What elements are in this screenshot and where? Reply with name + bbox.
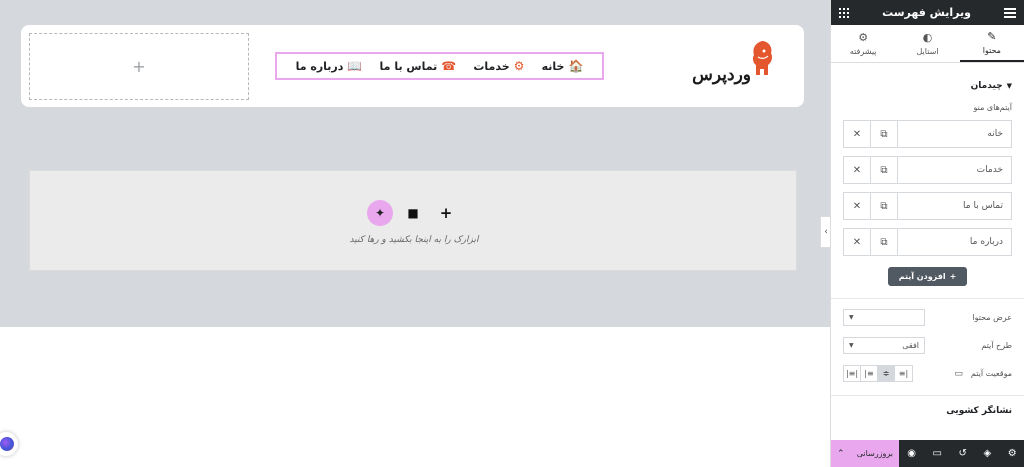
- editor-panel: ویرایش فهرست ✎ محتوا ◐ استایل ⚙ پیشرفته …: [830, 0, 1024, 467]
- nav-item-services[interactable]: ⚙ خدمات: [473, 60, 524, 73]
- section-layout-title: چیدمان: [970, 81, 1003, 91]
- add-section-plus-icon[interactable]: +: [433, 200, 459, 226]
- alignment-button-group: |≡| |≡ ≑ ≡|: [843, 365, 913, 382]
- editor-canvas: + 🏠 خانه ⚙ خدمات ☎ تماس با ما 📖 درباره م…: [0, 0, 831, 467]
- drop-zone-hint: ابزارک را به اینجا بکشید و رها کنید: [349, 235, 479, 245]
- section-indicator-title: نشانگر کشویی: [946, 406, 1012, 416]
- panel-tabs: ✎ محتوا ◐ استایل ⚙ پیشرفته: [831, 25, 1024, 63]
- tab-label: پیشرفته: [849, 47, 877, 56]
- align-right-icon[interactable]: ≡|: [895, 366, 912, 381]
- phone-icon: ☎: [441, 59, 457, 73]
- nav-item-home[interactable]: 🏠 خانه: [542, 60, 584, 73]
- add-item-button[interactable]: + افزودن آیتم: [888, 267, 967, 286]
- repeater-item[interactable]: ✕ ⧉ تماس با ما: [843, 192, 1012, 220]
- nav-item-label: درباره ما: [295, 59, 344, 73]
- item-position-label: موقعیت آیتم: [970, 369, 1012, 378]
- item-layout-control: طرح آیتم ▼ افقی: [843, 336, 1012, 355]
- repeater-item-label[interactable]: خانه: [898, 121, 1011, 147]
- content-width-label: عرض محتوا: [972, 313, 1012, 322]
- align-left-icon[interactable]: |≡: [861, 366, 878, 381]
- select-value: افقی: [902, 341, 919, 350]
- widgets-grid-icon[interactable]: [839, 7, 849, 18]
- site-logo[interactable]: وردپرس: [679, 39, 779, 91]
- content-width-control: عرض محتوا ▼: [843, 308, 1012, 327]
- item-layout-label: طرح آیتم: [981, 341, 1012, 350]
- menu-items-label: آیتم‌های منو: [973, 103, 1012, 112]
- nav-item-contact[interactable]: ☎ تماس با ما: [380, 60, 457, 73]
- panel-title: ویرایش فهرست: [882, 6, 971, 19]
- nav-item-label: تماس با ما: [379, 59, 438, 73]
- tab-label: استایل: [916, 47, 939, 56]
- chevron-down-icon: ▼: [849, 342, 854, 349]
- hamburger-menu-icon[interactable]: [1003, 7, 1016, 18]
- settings-gear-icon[interactable]: ⚙: [1008, 448, 1017, 459]
- nav-item-label: خانه: [541, 59, 565, 73]
- panel-header: ویرایش فهرست: [831, 0, 1024, 25]
- remove-x-icon[interactable]: ✕: [844, 229, 871, 255]
- nav-menu-widget[interactable]: 🏠 خانه ⚙ خدمات ☎ تماس با ما 📖 درباره ما: [275, 52, 604, 80]
- nav-item-about[interactable]: 📖 درباره ما: [296, 60, 363, 73]
- repeater-item[interactable]: ✕ ⧉ خانه: [843, 120, 1012, 148]
- ai-sparkle-icon[interactable]: ✦: [367, 200, 393, 226]
- settings-icon: ⚙: [513, 59, 525, 73]
- plus-icon: +: [949, 272, 957, 281]
- house-icon: 🏠: [568, 59, 584, 73]
- floating-assistant-button[interactable]: [0, 432, 18, 456]
- duplicate-icon[interactable]: ⧉: [871, 157, 898, 183]
- chevron-up-icon[interactable]: ⌃: [837, 449, 845, 459]
- assistant-logo-icon: [0, 437, 14, 451]
- section-indicator-toggle[interactable]: نشانگر کشویی: [843, 406, 1012, 416]
- logo-text: وردپرس: [692, 65, 751, 85]
- item-layout-select[interactable]: ▼ افقی: [843, 337, 925, 354]
- caret-down-icon: ▼: [1006, 82, 1012, 90]
- tab-advanced[interactable]: ⚙ پیشرفته: [831, 25, 895, 62]
- remove-x-icon[interactable]: ✕: [844, 157, 871, 183]
- content-width-select[interactable]: ▼: [843, 309, 925, 326]
- nav-item-label: خدمات: [473, 59, 510, 73]
- add-item-label: افزودن آیتم: [898, 272, 946, 281]
- panel-body: ▼ چیدمان آیتم‌های منو ✕ ⧉ خانه ✕ ⧉ خدمات…: [831, 81, 1024, 416]
- history-icon[interactable]: ↺: [959, 448, 967, 459]
- drop-zone[interactable]: ✦ ■ + ابزارک را به اینجا بکشید و رها کنی…: [29, 170, 797, 271]
- gear-icon: ⚙: [858, 31, 869, 44]
- book-icon: 📖: [347, 59, 363, 73]
- section-layout-toggle[interactable]: ▼ چیدمان: [843, 81, 1012, 91]
- footer-toolbar: ◉ ▭ ↺ ◈ ⚙: [899, 448, 1024, 459]
- repeater-item[interactable]: ✕ ⧉ خدمات: [843, 156, 1012, 184]
- tab-content[interactable]: ✎ محتوا: [959, 25, 1024, 62]
- lion-logo-icon: [752, 41, 772, 75]
- chevron-down-icon: ▼: [849, 314, 854, 321]
- pencil-icon: ✎: [987, 30, 997, 43]
- tab-label: محتوا: [982, 46, 1001, 55]
- publish-label: بروزرسانی: [856, 449, 893, 458]
- remove-x-icon[interactable]: ✕: [844, 193, 871, 219]
- header-section[interactable]: + 🏠 خانه ⚙ خدمات ☎ تماس با ما 📖 درباره م…: [21, 25, 804, 107]
- repeater-item-label[interactable]: تماس با ما: [898, 193, 1011, 219]
- navigator-layers-icon[interactable]: ◈: [983, 448, 991, 459]
- align-justify-icon[interactable]: |≡|: [844, 366, 861, 381]
- tab-style[interactable]: ◐ استایل: [895, 25, 959, 62]
- repeater-item[interactable]: ✕ ⧉ درباره ما: [843, 228, 1012, 256]
- half-circle-icon: ◐: [922, 31, 933, 44]
- divider: [831, 395, 1024, 396]
- empty-column[interactable]: +: [29, 33, 249, 100]
- repeater-item-label[interactable]: خدمات: [898, 157, 1011, 183]
- desktop-icon[interactable]: ▭: [954, 369, 963, 379]
- chevron-left-icon: ‹: [824, 227, 828, 237]
- responsive-mode-icon[interactable]: ▭: [933, 448, 942, 459]
- remove-x-icon[interactable]: ✕: [844, 121, 871, 147]
- add-widget-plus-icon[interactable]: +: [132, 57, 145, 76]
- duplicate-icon[interactable]: ⧉: [871, 229, 898, 255]
- duplicate-icon[interactable]: ⧉: [871, 193, 898, 219]
- align-center-icon[interactable]: ≑: [878, 366, 895, 381]
- repeater-item-label[interactable]: درباره ما: [898, 229, 1011, 255]
- divider: [831, 298, 1024, 299]
- folder-icon[interactable]: ■: [400, 200, 426, 226]
- panel-footer: ⌃ بروزرسانی ◉ ▭ ↺ ◈ ⚙: [831, 440, 1024, 467]
- duplicate-icon[interactable]: ⧉: [871, 121, 898, 147]
- publish-button[interactable]: ⌃ بروزرسانی: [831, 440, 899, 467]
- item-position-control: موقعیت آیتم ▭ |≡| |≡ ≑ ≡|: [843, 364, 1012, 383]
- preview-eye-icon[interactable]: ◉: [907, 448, 916, 459]
